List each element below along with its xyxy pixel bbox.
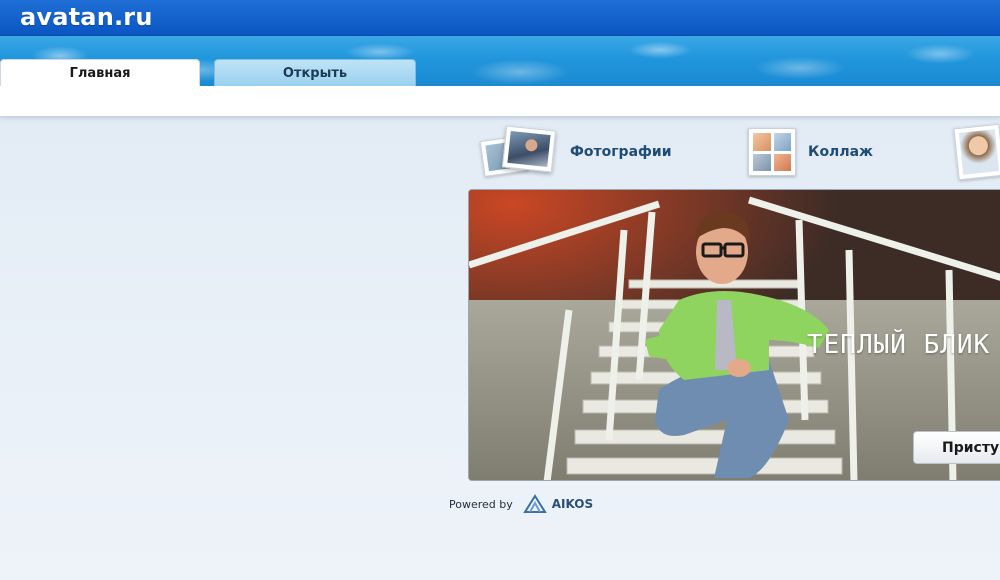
aikos-brand[interactable]: AIKOS	[552, 497, 593, 511]
aikos-logo-icon[interactable]	[522, 494, 547, 514]
banner-caption: ТЕПЛЫЙ БЛИК	[807, 330, 991, 360]
site-logo[interactable]: avatan.ru	[20, 3, 153, 31]
feature-collage-label: Коллаж	[808, 144, 873, 160]
tab-open-label: Открыть	[282, 65, 348, 81]
start-button[interactable]: Присту	[913, 431, 1000, 464]
feature-collage[interactable]: Коллаж	[748, 124, 873, 180]
feature-photos-label: Фотографии	[570, 144, 672, 160]
promo-banner[interactable]: ТЕПЛЫЙ БЛИК Присту	[468, 189, 1000, 481]
feature-third[interactable]	[953, 123, 1000, 181]
powered-by-text: Powered by	[449, 497, 513, 511]
collage-icon	[748, 128, 796, 176]
photos-icon	[479, 124, 558, 180]
tab-content-band	[0, 86, 1000, 117]
tab-open[interactable]: Открыть	[214, 59, 416, 86]
feature-photos[interactable]: Фотографии	[479, 124, 672, 180]
tab-main[interactable]: Главная	[0, 59, 200, 86]
powered-by: Powered by AIKOS	[449, 494, 593, 514]
top-bar: avatan.ru	[0, 0, 1000, 36]
face-photo-icon	[953, 123, 1000, 181]
tab-main-label: Главная	[69, 65, 131, 81]
